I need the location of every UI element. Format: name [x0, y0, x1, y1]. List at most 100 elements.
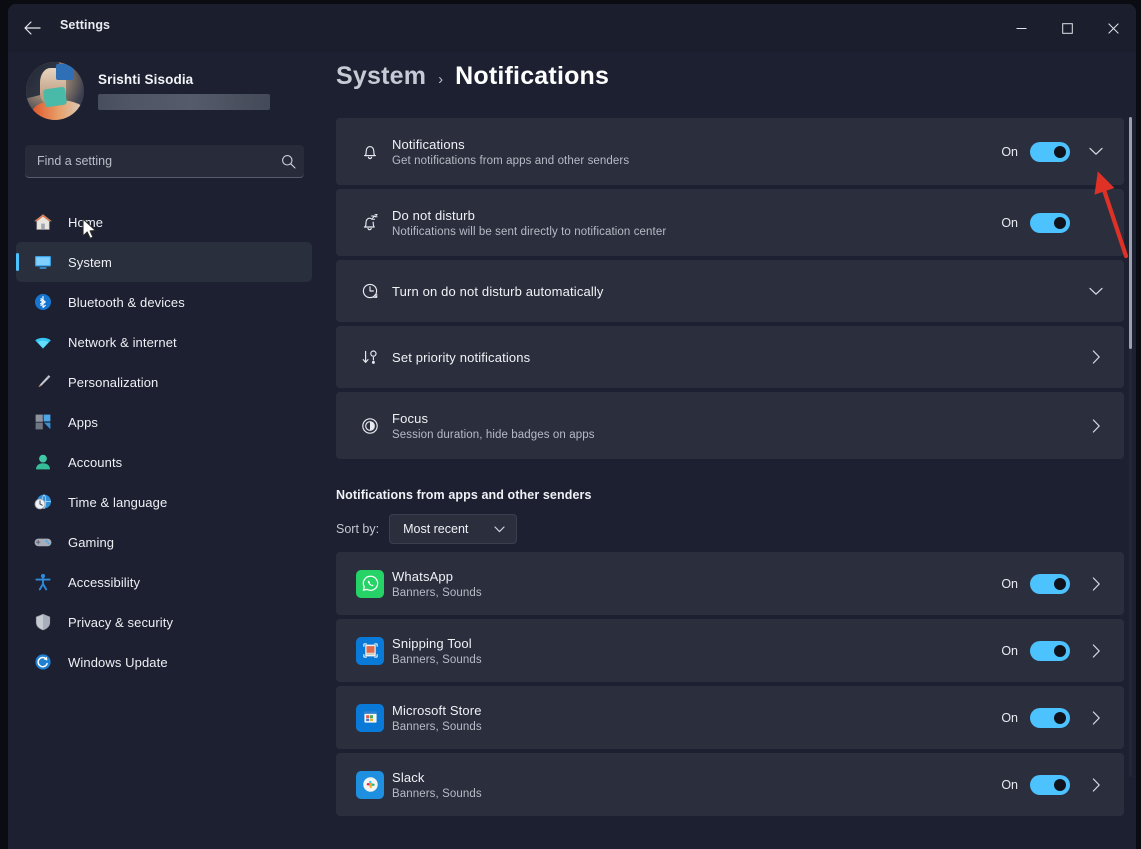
sidebar-item-bluetooth-devices[interactable]: Bluetooth & devices: [16, 282, 312, 322]
card-controls: [1082, 418, 1110, 433]
clock-icon: [350, 281, 390, 301]
home-icon: [32, 211, 54, 233]
sidebar-item-label: Gaming: [68, 534, 115, 550]
sidebar-item-apps[interactable]: Apps: [16, 402, 312, 442]
sidebar-item-system[interactable]: System: [16, 242, 312, 282]
search-icon[interactable]: [272, 154, 304, 169]
app-text: Microsoft Store Banners, Sounds: [390, 703, 1001, 733]
app-notification-row[interactable]: Microsoft Store Banners, Sounds On: [336, 686, 1124, 749]
app-notification-row[interactable]: Slack Banners, Sounds On: [336, 753, 1124, 816]
app-name: Slack: [392, 769, 425, 785]
sidebar: Srishti Sisodia Home System Bluetooth & de…: [8, 52, 320, 849]
setting-card-turn-on-do-not-disturb-automatically[interactable]: Turn on do not disturb automatically: [336, 260, 1124, 322]
toggle-switch[interactable]: [1030, 640, 1070, 661]
sidebar-nav: Home System Bluetooth & devices Network & i…: [16, 202, 312, 682]
bell-icon: [350, 142, 390, 162]
breadcrumb-parent[interactable]: System: [336, 62, 426, 91]
card-title: Focus: [392, 410, 429, 426]
sidebar-item-accounts[interactable]: Accounts: [16, 442, 312, 482]
card-controls: [1082, 350, 1110, 364]
app-controls: On: [1001, 573, 1110, 594]
toggle-switch[interactable]: [1030, 707, 1070, 728]
bell-sleep-icon: [350, 213, 390, 233]
chevron-right-icon[interactable]: [1082, 576, 1110, 591]
window-title: Settings: [60, 18, 111, 32]
chevron-down-icon: [494, 525, 505, 533]
chevron-down-icon[interactable]: [1082, 147, 1110, 156]
app-icon-wrap: [350, 569, 390, 598]
card-title: Notifications: [392, 136, 465, 152]
card-text: Notifications Get notifications from apps…: [390, 137, 1001, 167]
maximize-button[interactable]: [1044, 4, 1090, 52]
app-controls: On: [1001, 707, 1110, 728]
snipping-tool-icon: [356, 636, 384, 665]
toggle-state-label: On: [1001, 777, 1018, 792]
scrollbar[interactable]: [1129, 117, 1132, 777]
sidebar-item-windows-update[interactable]: Windows Update: [16, 642, 312, 682]
app-notification-row[interactable]: WhatsApp Banners, Sounds On: [336, 552, 1124, 615]
sort-by-value: Most recent: [403, 522, 469, 536]
apps-icon: [32, 411, 54, 433]
setting-card-focus[interactable]: Focus Session duration, hide badges on ap…: [336, 392, 1124, 459]
toggle-switch[interactable]: [1030, 573, 1070, 594]
sort-by-dropdown[interactable]: Most recent: [389, 514, 518, 544]
chevron-right-icon[interactable]: [1082, 710, 1110, 725]
user-profile[interactable]: Srishti Sisodia: [26, 62, 270, 120]
app-text: Slack Banners, Sounds: [390, 770, 1001, 800]
user-name: Srishti Sisodia: [98, 72, 194, 87]
sidebar-item-label: Bluetooth & devices: [68, 294, 185, 310]
shield-icon: [32, 611, 54, 633]
chevron-right-icon[interactable]: [1082, 643, 1110, 658]
toggle-switch[interactable]: [1030, 212, 1070, 233]
sidebar-item-label: System: [68, 254, 112, 270]
chevron-down-icon[interactable]: [1082, 287, 1110, 296]
sidebar-item-gaming[interactable]: Gaming: [16, 522, 312, 562]
app-name: Snipping Tool: [392, 635, 472, 651]
chevron-right-icon[interactable]: [1082, 418, 1110, 433]
toggle-state-label: On: [1001, 710, 1018, 725]
system-icon: [32, 251, 54, 273]
close-button[interactable]: [1090, 4, 1136, 52]
sidebar-item-time-language[interactable]: Time & language: [16, 482, 312, 522]
app-subtitle: Banners, Sounds: [392, 787, 482, 800]
sidebar-item-network-internet[interactable]: Network & internet: [16, 322, 312, 362]
card-title: Do not disturb: [392, 207, 476, 223]
focus-icon: [350, 416, 390, 436]
scrollbar-thumb[interactable]: [1129, 117, 1132, 349]
toggle-switch[interactable]: [1030, 774, 1070, 795]
app-icon-wrap: [350, 636, 390, 665]
chevron-right-icon[interactable]: [1082, 777, 1110, 792]
update-icon: [32, 651, 54, 673]
back-button[interactable]: [16, 12, 48, 44]
setting-card-notifications[interactable]: Notifications Get notifications from apps…: [336, 118, 1124, 185]
accessibility-icon: [32, 571, 54, 593]
chevron-right-icon[interactable]: [1082, 350, 1110, 364]
setting-card-do-not-disturb[interactable]: Do not disturb Notifications will be sent…: [336, 189, 1124, 256]
card-text: Set priority notifications: [390, 350, 1082, 365]
setting-card-set-priority-notifications[interactable]: Set priority notifications: [336, 326, 1124, 388]
card-subtitle: Notifications will be sent directly to n…: [392, 225, 667, 238]
sidebar-item-label: Home: [68, 214, 104, 230]
app-text: Snipping Tool Banners, Sounds: [390, 636, 1001, 666]
card-text: Focus Session duration, hide badges on ap…: [390, 411, 1082, 441]
title-bar: Settings: [8, 4, 1136, 52]
sidebar-item-privacy-security[interactable]: Privacy & security: [16, 602, 312, 642]
app-notification-row[interactable]: Snipping Tool Banners, Sounds On: [336, 619, 1124, 682]
toggle-switch[interactable]: [1030, 141, 1070, 162]
minimize-icon: [1016, 27, 1026, 29]
minimize-button[interactable]: [998, 4, 1044, 52]
settings-cards: Notifications Get notifications from apps…: [336, 118, 1124, 463]
sidebar-item-accessibility[interactable]: Accessibility: [16, 562, 312, 602]
search-input[interactable]: [25, 154, 272, 168]
app-icon-wrap: [350, 770, 390, 799]
sidebar-item-home[interactable]: Home: [16, 202, 312, 242]
app-name: Microsoft Store: [392, 702, 482, 718]
app-subtitle: Banners, Sounds: [392, 720, 482, 733]
search-box[interactable]: [25, 145, 304, 178]
user-email-redacted: [98, 94, 270, 110]
network-icon: [32, 331, 54, 353]
card-controls: [1082, 287, 1110, 296]
toggle-state-label: On: [1001, 576, 1018, 591]
whatsapp-icon: [356, 569, 384, 598]
sidebar-item-personalization[interactable]: Personalization: [16, 362, 312, 402]
